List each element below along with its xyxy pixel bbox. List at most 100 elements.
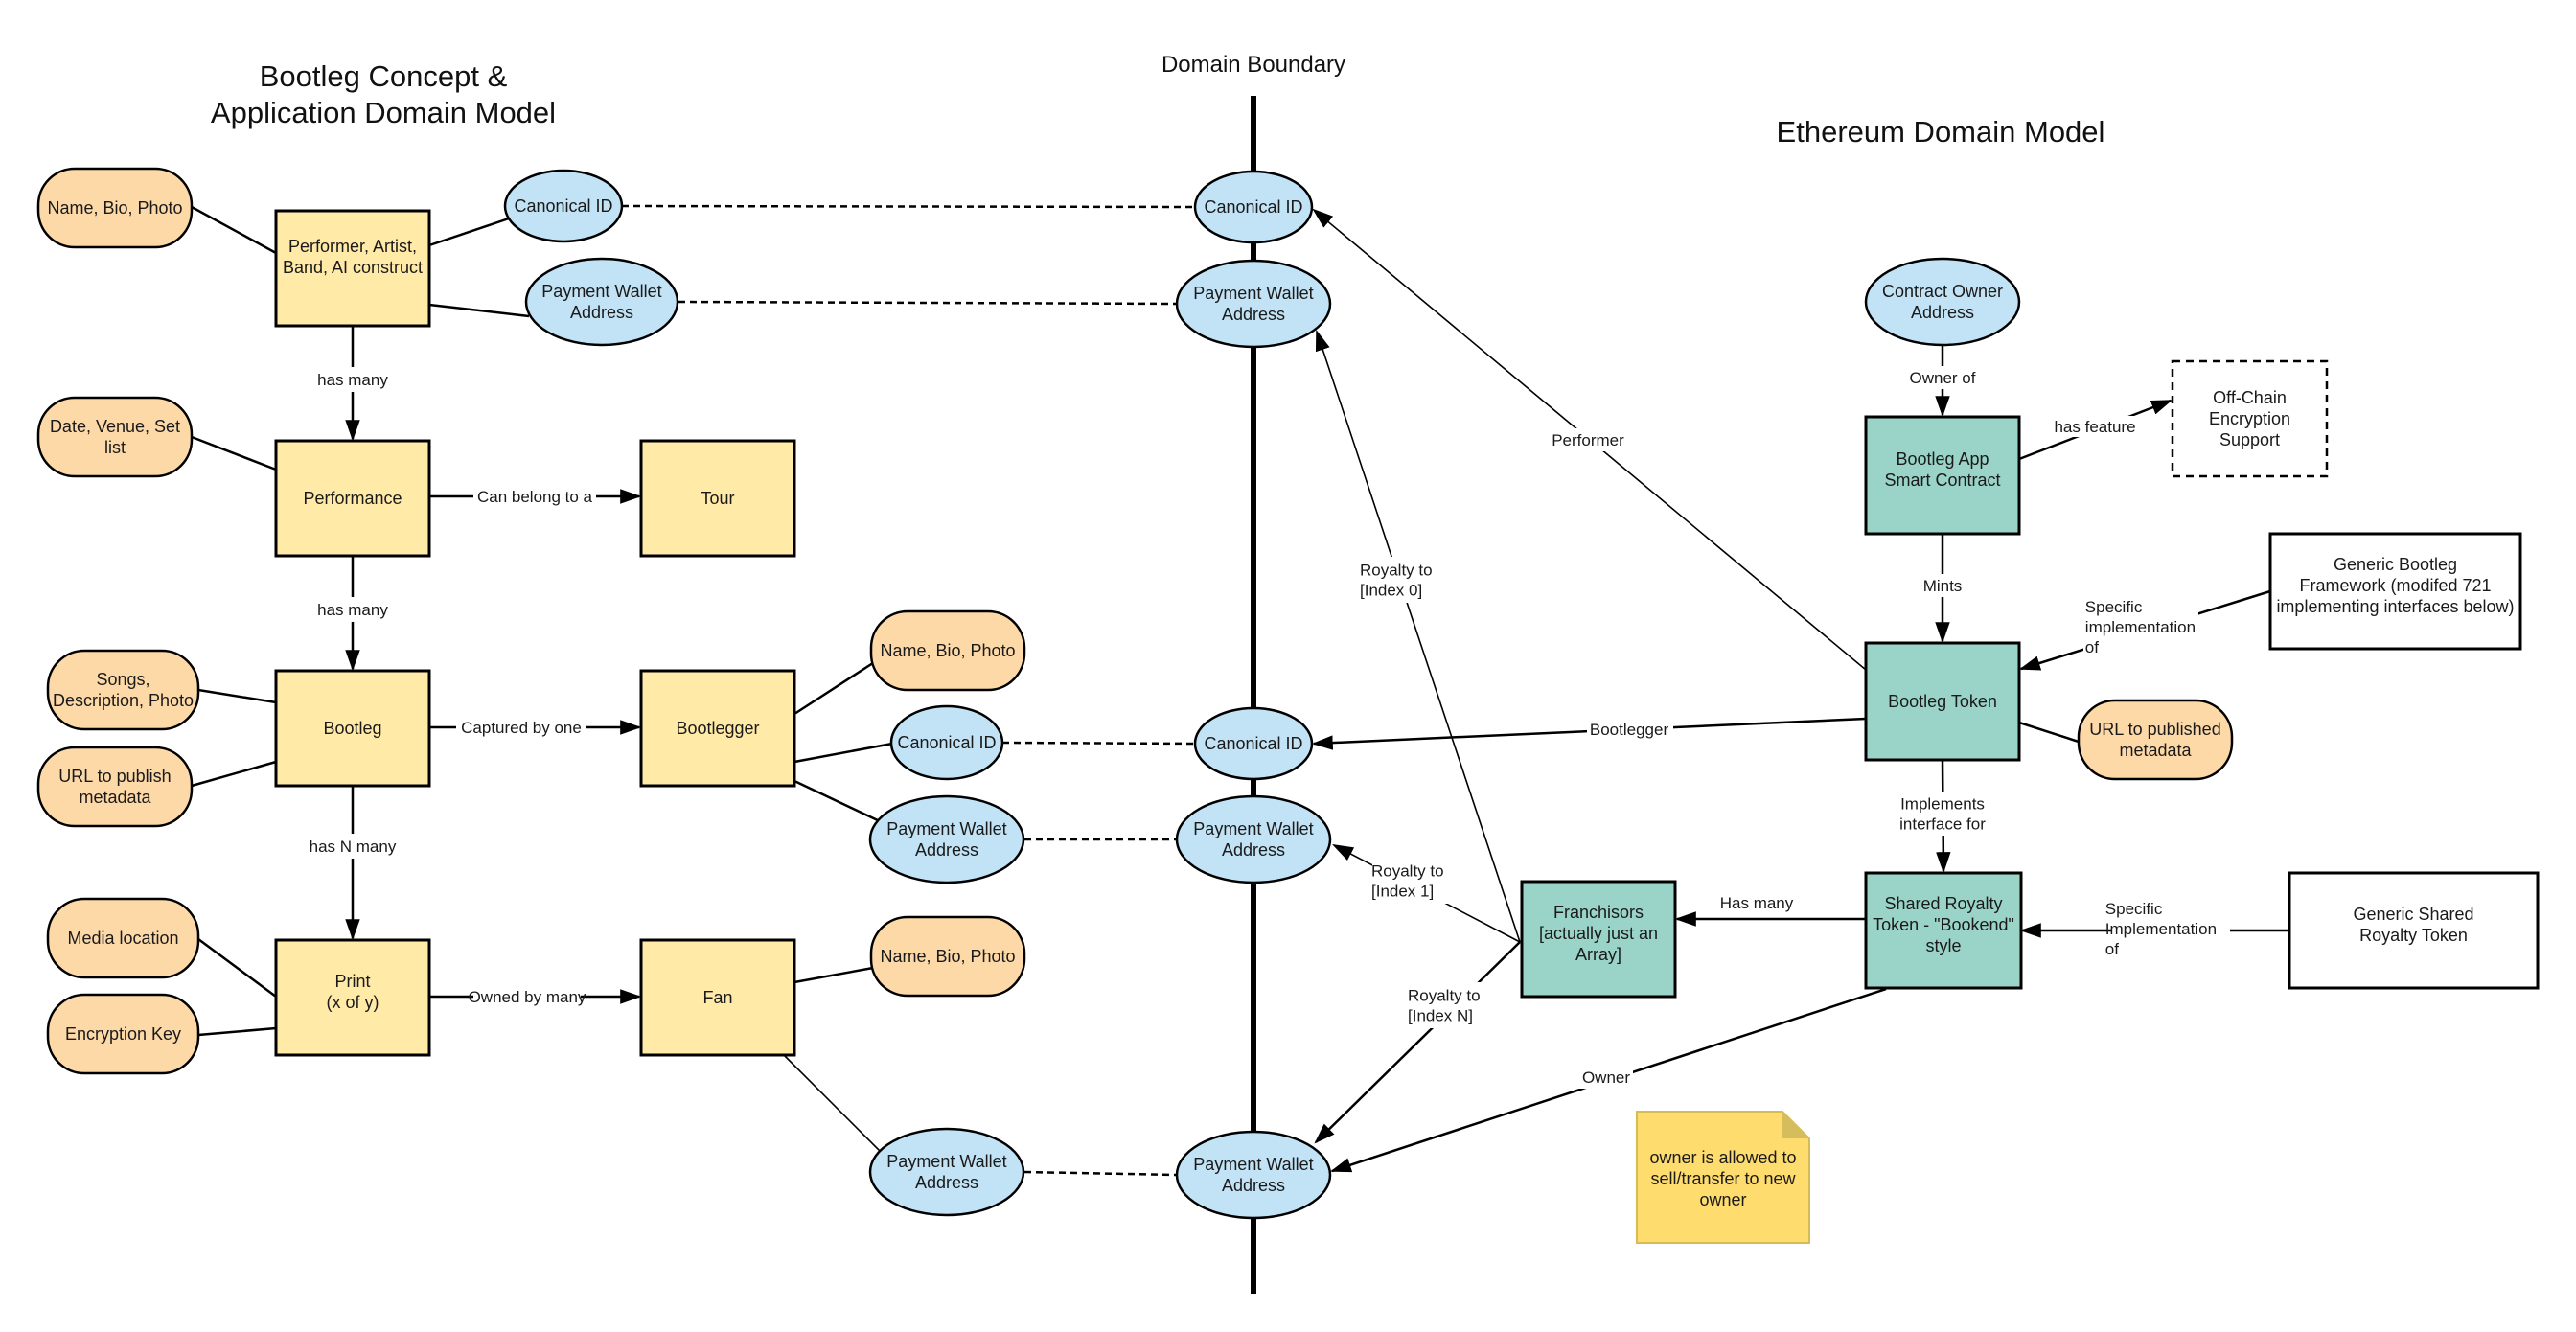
edge-label-performance-has-many: has many (317, 601, 388, 619)
bootlegger-label: Bootlegger (676, 719, 759, 738)
link-canonical-1 (621, 204, 1196, 209)
edge-label-performer-has-many: has many (317, 371, 388, 389)
edge-label-bootlegger-edge: Bootlegger (1590, 721, 1669, 739)
edge-token-url (2018, 721, 2080, 744)
attr-fan-name-label: Name, Bio, Photo (880, 947, 1015, 966)
attr-performance-date-shape (36, 396, 194, 478)
node-bootlegger-canonical-id[interactable]: Canonical ID (889, 704, 1004, 781)
node-tour[interactable]: Tour (639, 439, 796, 558)
edge-print-key (197, 1026, 277, 1037)
node-bootlegger[interactable]: Bootlegger (639, 669, 796, 788)
fan-label: Fan (702, 988, 732, 1007)
node-attr-print-media[interactable]: Media location (46, 897, 200, 979)
edge-label-captured-by-one: Captured by one (461, 719, 582, 737)
node-shared-royalty[interactable]: Shared Royalty Token - "Bookend" style (1864, 871, 2023, 990)
attr-print-key-label: Encryption Key (65, 1024, 181, 1044)
node-generic-bootleg[interactable]: Generic Bootleg Framework (modifed 721 imp… (2268, 532, 2522, 651)
attr-bootlegger-name-label: Name, Bio, Photo (880, 641, 1015, 660)
url-published-shape (2077, 699, 2234, 781)
edge-label-owner-of: Owner of (1910, 369, 1976, 387)
node-performer[interactable]: Performer, Artist, Band, AI construct (274, 209, 431, 328)
tour-label: Tour (701, 489, 734, 508)
node-attr-performer-name[interactable]: Name, Bio, Photo (36, 167, 194, 249)
node-fan[interactable]: Fan (639, 938, 796, 1057)
edge-performance-date (191, 435, 277, 471)
right-title: Ethereum Domain Model (1777, 115, 2105, 149)
edge-label-has-many-franchisors: Has many (1720, 894, 1794, 912)
fan-wallet-shape (868, 1127, 1025, 1217)
bootleg-label: Bootleg (323, 719, 381, 738)
node-bootleg-token[interactable]: Bootleg Token (1864, 641, 2021, 762)
edge-label-mints: Mints (1923, 577, 1963, 595)
node-bootleg[interactable]: Bootleg (274, 669, 431, 788)
node-url-published[interactable]: URL to published metadata (2077, 699, 2234, 781)
node-attr-bootlegger-name[interactable]: Name, Bio, Photo (869, 609, 1026, 692)
sticky-note: owner is allowed to sell/transfer to new o… (1636, 1111, 1810, 1244)
attr-performer-name-label: Name, Bio, Photo (47, 198, 182, 218)
edge-royalty-0 (1315, 329, 1521, 943)
node-boundary-wallet-3[interactable]: Payment Wallet Address (1175, 1130, 1332, 1220)
left-title-line1: Bootleg Concept & (260, 59, 508, 93)
edge-performer-canonical (428, 217, 510, 247)
edge-label-performer-edge: Performer (1552, 431, 1624, 449)
performer-canonical-id-label: Canonical ID (514, 196, 612, 216)
attr-print-media-label: Media location (67, 929, 178, 948)
boundary-wallet-2-shape (1175, 794, 1332, 884)
node-attr-bootleg-songs[interactable]: Songs, Description, Photo (46, 649, 200, 731)
edge-bootleg-songs (197, 688, 277, 704)
edge-label-owned-by-many: Owned by many (469, 988, 586, 1006)
edge-label-bootleg-has-n-many: has N many (310, 838, 397, 856)
link-wallet-1 (678, 300, 1178, 306)
edge-bootleg-url (191, 760, 277, 788)
node-offchain[interactable]: Off-Chain Encryption Support (2171, 359, 2329, 478)
node-franchisors[interactable]: Franchisors [actually just an Array] (1520, 880, 1677, 999)
domain-model-diagram: Bootleg Concept & Application Domain Mod… (36, 52, 2540, 1294)
edge-bootlegger-wallet (794, 779, 883, 824)
edge-label-owner-edge: Owner (1582, 1068, 1630, 1087)
node-print[interactable]: Print (x of y) (274, 938, 431, 1057)
node-attr-bootleg-url[interactable]: URL to publish metadata (36, 746, 194, 828)
edge-bootlegger-name (794, 657, 880, 716)
node-bootleg-app[interactable]: Bootleg App Smart Contract (1864, 415, 2021, 536)
boundary-title: Domain Boundary (1162, 52, 1346, 78)
performer-wallet-shape (524, 257, 679, 347)
node-boundary-wallet-2[interactable]: Payment Wallet Address (1175, 794, 1332, 884)
bootlegger-canonical-id-label: Canonical ID (897, 733, 996, 752)
edge-bootlegger-canonical (794, 742, 893, 764)
edge-performer-wallet (428, 303, 530, 318)
node-attr-performance-date[interactable]: Date, Venue, Set list (36, 396, 194, 478)
edge-fan-wallet (783, 1054, 885, 1156)
nodes: Performer, Artist, Band, AI construct Perf… (36, 167, 2540, 1220)
node-attr-print-key[interactable]: Encryption Key (46, 993, 200, 1075)
boundary-canonical-id-2-label: Canonical ID (1204, 734, 1302, 753)
node-generic-shared[interactable]: Generic Shared Royalty Token (2288, 871, 2540, 990)
attr-bootleg-url-shape (36, 746, 194, 828)
node-bootlegger-wallet[interactable]: Payment Wallet Address (868, 794, 1025, 884)
edge-print-media (197, 937, 277, 999)
node-contract-owner[interactable]: Contract Owner Address (1864, 257, 2021, 347)
node-attr-fan-name[interactable]: Name, Bio, Photo (869, 915, 1026, 998)
node-performer-canonical-id[interactable]: Canonical ID (503, 169, 624, 243)
edge-label-can-belong-to: Can belong to a (477, 488, 593, 506)
bootleg-token-label: Bootleg Token (1888, 692, 1997, 711)
bootlegger-wallet-shape (868, 794, 1025, 884)
edge-royalty-n (1314, 941, 1521, 1144)
node-boundary-canonical-id-1[interactable]: Canonical ID (1193, 170, 1314, 244)
edge-label-has-feature: has feature (2054, 418, 2135, 436)
node-fan-wallet[interactable]: Payment Wallet Address (868, 1127, 1025, 1217)
node-performer-wallet[interactable]: Payment Wallet Address (524, 257, 679, 347)
boundary-canonical-id-1-label: Canonical ID (1204, 197, 1302, 217)
node-boundary-wallet-1[interactable]: Payment Wallet Address (1175, 259, 1332, 349)
boundary-wallet-1-shape (1175, 259, 1332, 349)
performance-label: Performance (303, 489, 402, 508)
node-boundary-canonical-id-2[interactable]: Canonical ID (1193, 706, 1314, 781)
attr-bootleg-songs-shape (46, 649, 200, 731)
link-wallet-3 (1024, 1170, 1178, 1177)
edge-fan-name (794, 966, 874, 984)
left-title-line2: Application Domain Model (211, 96, 556, 129)
node-performance[interactable]: Performance (274, 439, 431, 558)
contract-owner-shape (1864, 257, 2021, 347)
offchain-label: Off-Chain Encryption Support (2209, 388, 2290, 449)
boundary-wallet-3-shape (1175, 1130, 1332, 1220)
link-canonical-2 (1001, 741, 1196, 746)
